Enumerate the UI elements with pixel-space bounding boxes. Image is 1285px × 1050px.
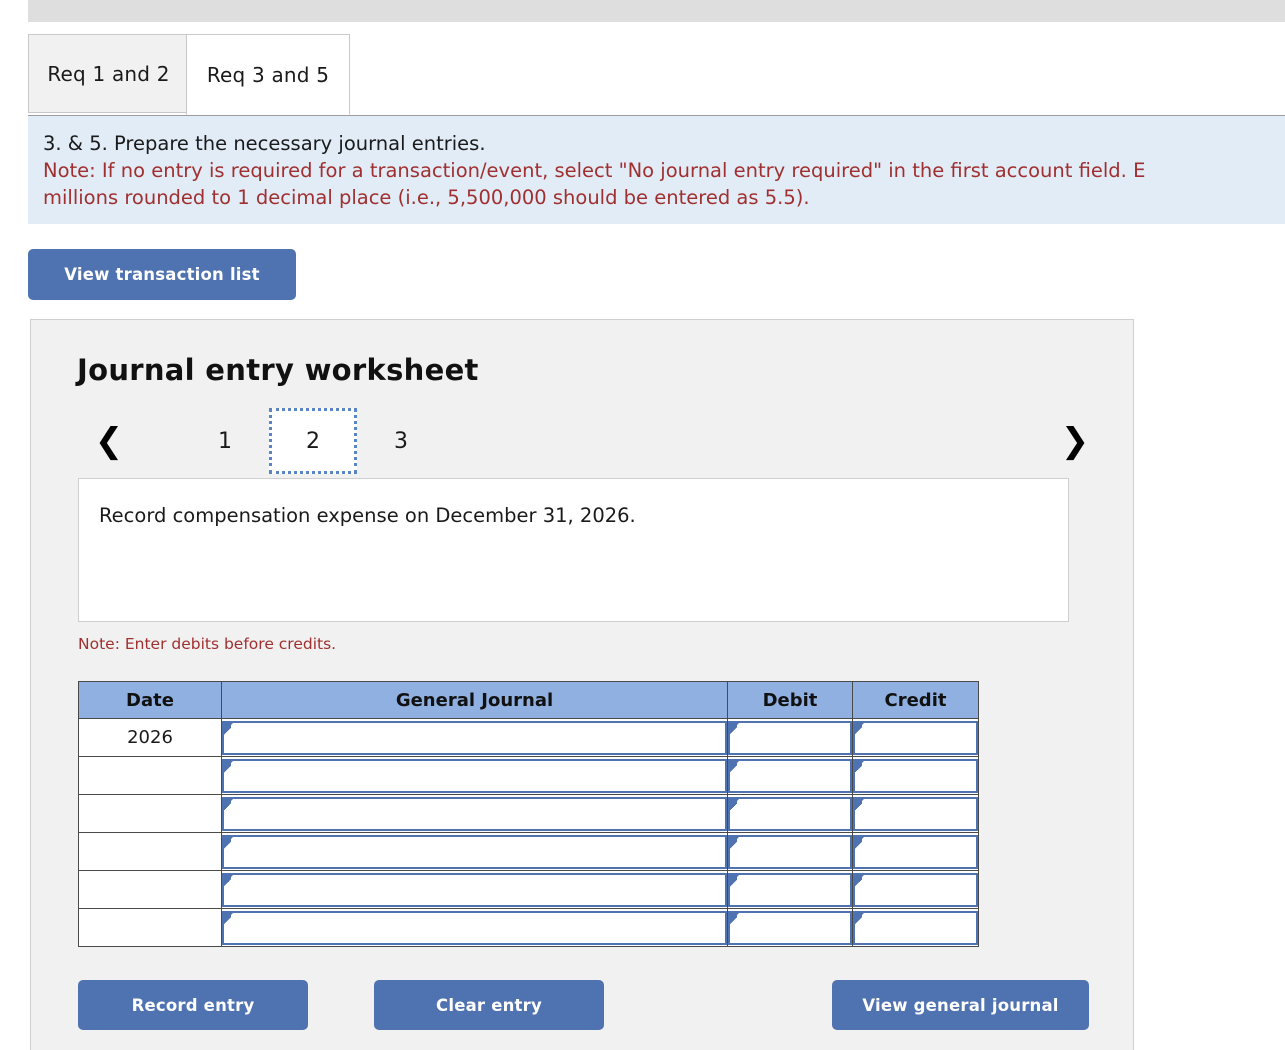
credit-cell [852,832,979,871]
credit-amount-input[interactable] [853,872,978,907]
instruction-line-2: Note: If no entry is required for a tran… [43,159,1146,182]
account-name-input[interactable] [222,910,727,945]
journal-cell [221,756,728,795]
debit-amount-input[interactable] [728,720,852,755]
journal-entry-table: Date General Journal Debit Credit 2026 [78,681,979,947]
credit-amount-input[interactable] [853,796,978,831]
credit-cell [852,870,979,909]
credit-cell [852,756,979,795]
debits-before-credits-note: Note: Enter debits before credits. [78,635,337,653]
debit-cell [727,794,853,833]
page-root: Req 1 and 2 Req 3 and 5 3. & 5. Prepare … [0,0,1285,1050]
clear-entry-button[interactable]: Clear entry [374,980,604,1030]
debit-amount-input[interactable] [728,796,852,831]
table-row [78,794,979,833]
button-label: View transaction list [64,265,260,284]
tab-req-1-and-2[interactable]: Req 1 and 2 [28,34,189,113]
credit-amount-input[interactable] [853,910,978,945]
column-header-debit: Debit [727,681,853,719]
column-header-date: Date [78,681,222,719]
debit-cell [727,756,853,795]
debit-amount-input[interactable] [728,872,852,907]
button-label: Clear entry [436,995,542,1015]
credit-amount-input[interactable] [853,758,978,793]
page-title: Journal entry worksheet [77,353,479,387]
pager-page-2[interactable]: 2 [269,408,357,474]
account-name-input[interactable] [222,758,727,793]
credit-cell [852,718,979,757]
instruction-line-1: 3. & 5. Prepare the necessary journal en… [43,132,486,155]
view-general-journal-button[interactable]: View general journal [832,980,1089,1030]
credit-amount-input[interactable] [853,834,978,869]
date-cell [78,870,222,909]
credit-amount-input[interactable] [853,720,978,755]
pager-page-3[interactable]: 3 [357,408,445,474]
instruction-line-3: millions rounded to 1 decimal place (i.e… [43,186,810,209]
account-name-input[interactable] [222,834,727,869]
debit-cell [727,870,853,909]
table-row: 2026 [78,718,979,757]
table-row [78,756,979,795]
account-name-input[interactable] [222,720,727,755]
tab-label: Req 1 and 2 [47,61,170,86]
journal-cell [221,832,728,871]
chevron-left-icon[interactable]: ❮ [87,408,131,474]
transaction-description-box: Record compensation expense on December … [78,478,1069,622]
journal-cell [221,794,728,833]
date-cell [78,756,222,795]
account-name-input[interactable] [222,796,727,831]
debit-cell [727,832,853,871]
table-row [78,908,979,947]
tab-strip: Req 1 and 2 Req 3 and 5 [28,34,1285,116]
column-header-credit: Credit [852,681,979,719]
button-label: View general journal [862,995,1059,1015]
credit-cell [852,794,979,833]
debit-amount-input[interactable] [728,910,852,945]
debit-amount-input[interactable] [728,758,852,793]
date-cell [78,832,222,871]
column-header-general-journal: General Journal [221,681,728,719]
date-cell: 2026 [78,718,222,757]
button-label: Record entry [131,995,255,1015]
chevron-right-icon[interactable]: ❯ [1053,408,1097,474]
credit-cell [852,908,979,947]
instructions-panel: 3. & 5. Prepare the necessary journal en… [28,115,1285,224]
journal-cell [221,908,728,947]
journal-cell [221,718,728,757]
account-name-input[interactable] [222,872,727,907]
debit-cell [727,718,853,757]
journal-entry-worksheet-panel: Journal entry worksheet ❮ 1 2 3 ❯ Record… [30,319,1134,1050]
view-transaction-list-button[interactable]: View transaction list [28,249,296,300]
worksheet-pager: ❮ 1 2 3 ❯ [77,408,1097,474]
pager-page-1[interactable]: 1 [181,408,269,474]
tab-label: Req 3 and 5 [206,62,330,87]
transaction-description-text: Record compensation expense on December … [99,504,636,527]
tab-req-3-and-5[interactable]: Req 3 and 5 [186,34,350,115]
table-row [78,870,979,909]
table-row [78,832,979,871]
top-bar [28,0,1285,22]
debit-cell [727,908,853,947]
record-entry-button[interactable]: Record entry [78,980,308,1030]
table-header-row: Date General Journal Debit Credit [78,681,979,719]
debit-amount-input[interactable] [728,834,852,869]
date-cell [78,908,222,947]
journal-cell [221,870,728,909]
date-cell [78,794,222,833]
